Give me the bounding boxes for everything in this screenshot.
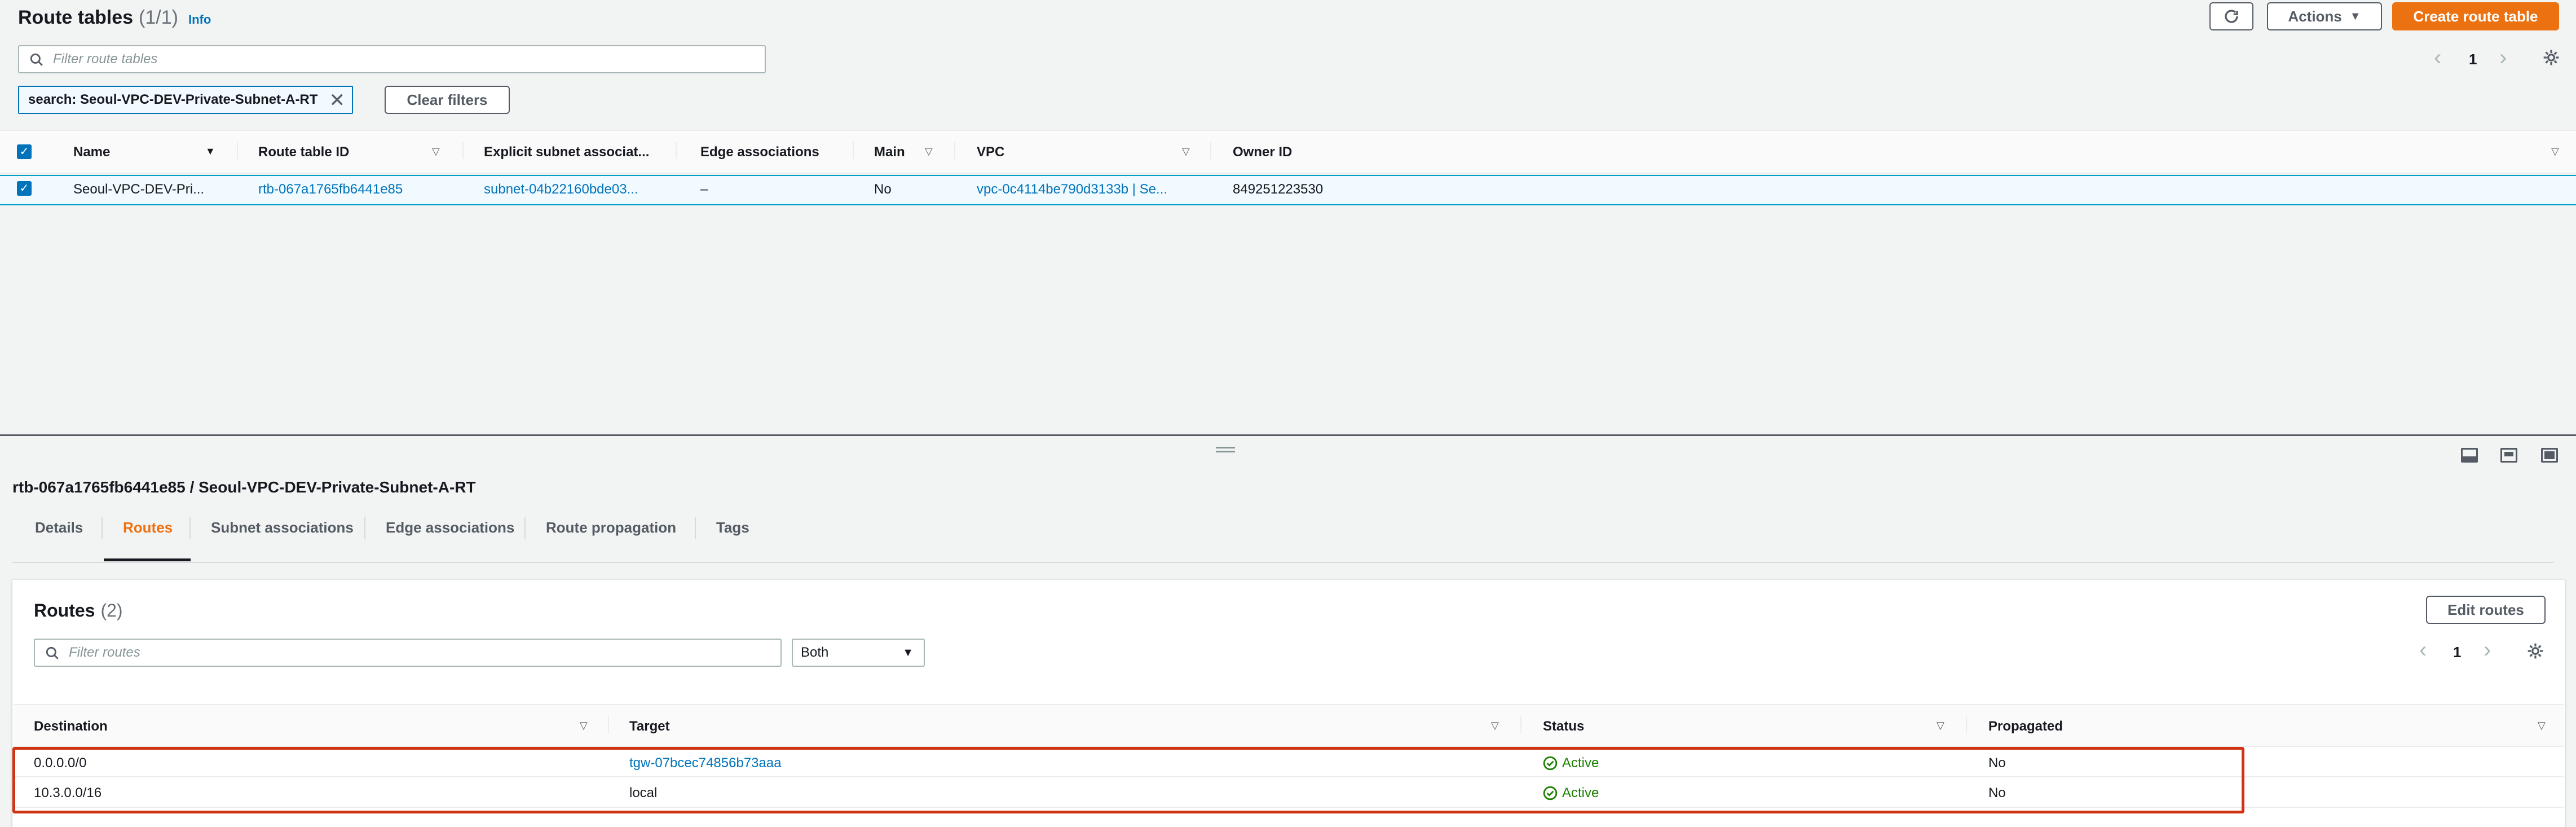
page-number[interactable]: 1 (2469, 51, 2477, 68)
tab-routes[interactable]: Routes (123, 519, 173, 536)
gear-icon[interactable] (2526, 642, 2544, 660)
col-destination[interactable]: Destination (34, 719, 108, 734)
col-name[interactable]: Name (73, 144, 110, 160)
prev-page-icon[interactable]: ‹ (2434, 45, 2441, 71)
caret-down-icon: ▼ (902, 646, 914, 659)
panel-full-icon[interactable] (2541, 448, 2558, 463)
sort-icon[interactable]: ▽ (2551, 146, 2559, 157)
col-explicit-subnet[interactable]: Explicit subnet associat... (484, 144, 649, 160)
col-owner-id[interactable]: Owner ID (1233, 144, 1292, 160)
row-owner-id: 849251223530 (1233, 182, 1324, 197)
route-type-select-value: Both (801, 645, 829, 660)
routes-title: Routes (34, 600, 95, 621)
clear-filters-button[interactable]: Clear filters (385, 86, 510, 114)
row-checkbox[interactable]: ✓ (17, 181, 32, 196)
filter-routes-input[interactable]: Filter routes (34, 639, 782, 667)
panel-bottom-icon[interactable] (2461, 448, 2478, 463)
row-vpc-link[interactable]: vpc-0c4114be790d3133b | Se... (977, 182, 1167, 197)
page-title-count: (1/1) (139, 7, 178, 28)
routes-page-number[interactable]: 1 (2453, 644, 2461, 661)
row-edge-associations: – (700, 182, 708, 197)
tab-route-propagation[interactable]: Route propagation (546, 519, 676, 536)
create-route-table-button[interactable]: Create route table (2392, 2, 2559, 30)
sort-icon[interactable]: ▽ (925, 146, 933, 157)
clear-filters-label: Clear filters (407, 91, 488, 108)
refresh-button[interactable] (2209, 2, 2253, 30)
actions-button[interactable]: Actions ▼ (2267, 2, 2382, 30)
edit-routes-button[interactable]: Edit routes (2426, 596, 2546, 624)
search-icon (46, 646, 59, 659)
create-route-table-label: Create route table (2413, 7, 2538, 25)
sort-icon[interactable]: ▽ (1182, 146, 1190, 157)
sort-icon[interactable]: ▽ (1937, 720, 1944, 732)
col-route-table-id[interactable]: Route table ID (258, 144, 349, 160)
col-edge-associations[interactable]: Edge associations (700, 144, 819, 160)
filter-token: search: Seoul-VPC-DEV-Private-Subnet-A-R… (18, 86, 353, 114)
actions-label: Actions (2288, 7, 2342, 25)
sort-icon[interactable]: ▽ (2538, 720, 2546, 732)
tab-edge-associations[interactable]: Edge associations (386, 519, 514, 536)
routes-header: Routes (2) (34, 600, 123, 621)
select-all-checkbox[interactable]: ✓ (17, 144, 32, 159)
close-icon[interactable]: ✕ (329, 89, 346, 112)
row-route-table-id-link[interactable]: rtb-067a1765fb6441e85 (258, 182, 403, 197)
col-target[interactable]: Target (629, 719, 670, 734)
page-title: Route tables (18, 7, 134, 28)
drag-handle-icon[interactable] (1216, 447, 1235, 452)
routes-header-row (14, 704, 2564, 747)
detail-title: rtb-067a1765fb6441e85 / Seoul-VPC-DEV-Pr… (12, 478, 476, 496)
col-status[interactable]: Status (1543, 719, 1584, 734)
caret-down-icon: ▼ (2349, 10, 2361, 23)
col-propagated[interactable]: Propagated (1988, 719, 2063, 734)
filter-routes-placeholder: Filter routes (69, 645, 140, 660)
next-page-icon[interactable]: › (2499, 45, 2507, 71)
split-panel-divider[interactable] (0, 434, 2576, 436)
tab-details[interactable]: Details (35, 519, 83, 536)
routes-count: (2) (100, 600, 123, 621)
edit-routes-label: Edit routes (2447, 601, 2524, 618)
tab-subnet-associations[interactable]: Subnet associations (211, 519, 354, 536)
tab-tags[interactable]: Tags (716, 519, 749, 536)
highlight-box (12, 747, 2244, 813)
sort-icon[interactable]: ▽ (580, 720, 588, 732)
filter-route-tables-input[interactable]: Filter route tables (18, 45, 766, 73)
next-page-icon[interactable]: › (2484, 637, 2491, 663)
row-name: Seoul-VPC-DEV-Pri... (73, 182, 205, 197)
refresh-icon (2225, 10, 2238, 23)
page-header: Route tables (1/1) Info (18, 7, 211, 29)
row-subnet-link[interactable]: subnet-04b22160bde03... (484, 182, 638, 197)
route-type-select[interactable]: Both ▼ (792, 639, 925, 667)
filter-token-label: search: Seoul-VPC-DEV-Private-Subnet-A-R… (28, 92, 318, 107)
col-vpc[interactable]: VPC (977, 144, 1004, 160)
prev-page-icon[interactable]: ‹ (2419, 637, 2427, 663)
panel-side-icon[interactable] (2500, 448, 2517, 463)
sort-desc-icon[interactable]: ▼ (205, 146, 215, 157)
col-main[interactable]: Main (874, 144, 905, 160)
info-link[interactable]: Info (188, 12, 211, 27)
row-main: No (874, 182, 892, 197)
sort-icon[interactable]: ▽ (432, 146, 440, 157)
active-tab-indicator (104, 558, 191, 561)
gear-icon[interactable] (2542, 49, 2560, 67)
tabs-divider (12, 562, 2553, 563)
filter-route-tables-placeholder: Filter route tables (53, 51, 158, 67)
sort-icon[interactable]: ▽ (1491, 720, 1499, 732)
search-icon (30, 53, 43, 66)
